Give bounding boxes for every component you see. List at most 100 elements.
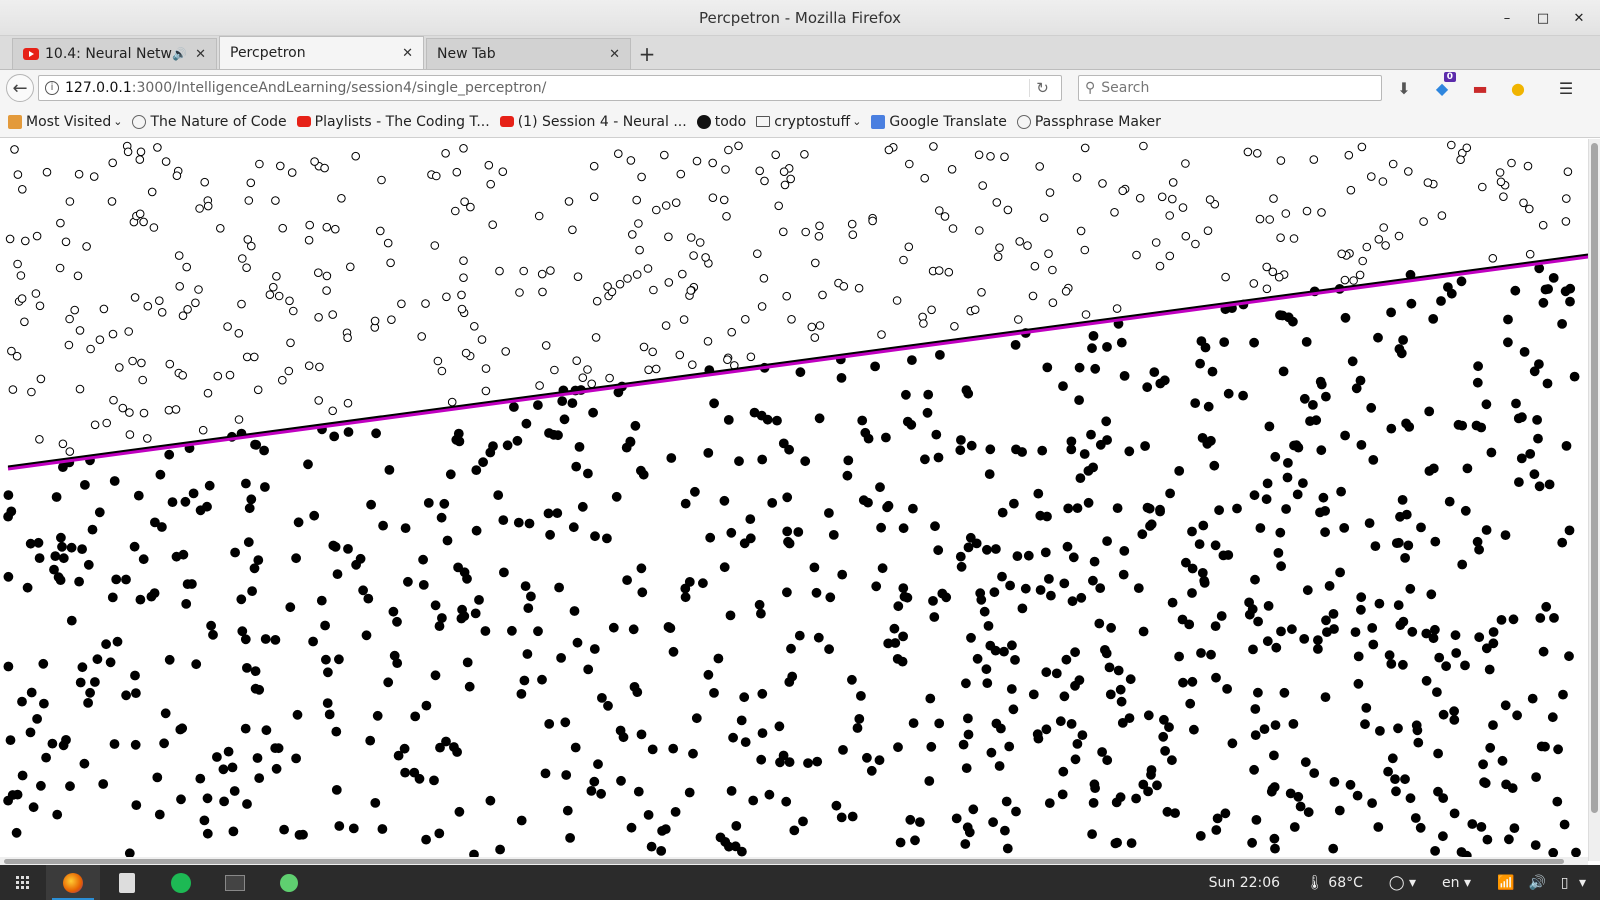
point-below [244,503,255,514]
clock[interactable]: Sun 22:06 [1209,875,1280,891]
point-above [1044,249,1053,258]
point-below [1503,337,1513,348]
point-below [50,551,61,562]
point-below [1261,494,1272,505]
point-below [1041,667,1052,678]
notification-icon[interactable]: ◆ 0 [1430,71,1456,98]
point-below [1497,755,1508,766]
point-below [1488,720,1498,730]
horizontal-scrollbar[interactable] [0,857,1588,865]
point-below [583,664,594,675]
point-above [265,290,275,299]
point-below [898,631,908,642]
language-selector[interactable]: en ▾ [1442,875,1471,891]
taskbar-spotify[interactable] [154,865,208,900]
point-below [516,815,527,826]
point-below [847,674,857,685]
bookmark-todo[interactable]: todo [696,114,746,130]
app-grid-button[interactable] [0,865,46,900]
point-below [98,779,109,789]
system-tray[interactable]: 📶 🔊 ▯ ▾ [1497,875,1586,891]
url-bar[interactable]: i 127.0.0.1 :3000/IntelligenceAndLearnin… [38,75,1062,101]
point-below [898,523,909,534]
point-below [908,718,919,728]
point-below [1002,843,1013,854]
close-window-button[interactable]: ✕ [1572,11,1586,26]
tab-neural-networks[interactable]: 10.4: Neural Netw... 🔊 ✕ [12,38,217,69]
point-below [320,620,331,631]
point-below [270,743,281,753]
point-below [1278,366,1289,377]
point-below [322,698,333,708]
point-below [705,532,716,543]
close-tab-icon[interactable]: ✕ [195,47,206,62]
status-circle-icon[interactable]: ◯ ▾ [1389,875,1416,891]
point-above [1265,215,1274,224]
point-below [1072,503,1083,514]
menu-icon[interactable]: ☰ [1554,79,1578,98]
point-below [1009,498,1019,509]
point-above [244,196,254,205]
point-below [1059,691,1070,702]
taskbar-files[interactable] [100,865,154,900]
lightbulb-icon[interactable]: ● [1506,79,1530,98]
point-below [931,429,942,440]
point-below [1178,677,1188,688]
point-below [294,830,305,840]
point-below [533,626,543,637]
bookmark-session-4[interactable]: (1) Session 4 - Neural ... [499,114,687,130]
point-below [1279,687,1290,698]
point-above [328,310,338,319]
point-below [926,741,937,752]
close-tab-icon[interactable]: ✕ [402,46,413,61]
point-above [139,217,148,227]
bookmark-google-translate[interactable]: Google Translate [871,114,1007,130]
point-below [1400,553,1410,563]
point-below [478,457,489,468]
speaker-icon[interactable]: 🔊 [172,47,187,61]
reload-icon[interactable]: ↻ [1029,79,1055,97]
extension-icon[interactable]: ▬ [1468,79,1492,98]
taskbar-app[interactable] [262,865,316,900]
point-below [1559,819,1570,830]
back-button[interactable]: ← [6,74,34,102]
new-tab-button[interactable]: + [633,38,661,69]
point-below [782,587,792,598]
bookmark-nature-of-code[interactable]: The Nature of Code [132,114,287,130]
point-above [1110,208,1119,217]
point-below [138,554,149,565]
point-above [7,346,16,356]
point-below [1460,660,1470,671]
point-above [782,291,792,301]
point-below [1125,674,1136,685]
bookmark-passphrase-maker[interactable]: Passphrase Maker [1016,114,1161,130]
close-tab-icon[interactable]: ✕ [609,47,620,62]
bookmark-most-visited[interactable]: Most Visited ⌄ [8,114,122,130]
point-below [1480,778,1491,789]
point-below [893,601,904,612]
point-below [684,577,695,587]
point-below [1411,720,1422,731]
tab-percpetron[interactable]: Percpetron ✕ [219,36,424,69]
temperature-widget[interactable]: 🌡 68°C [1306,875,1363,891]
point-above [651,364,661,374]
minimize-button[interactable]: – [1500,11,1514,26]
point-above [535,381,544,390]
perceptron-canvas[interactable] [0,139,1600,861]
taskbar-firefox[interactable] [46,865,100,900]
scrollbar-thumb[interactable] [4,859,1564,864]
maximize-button[interactable]: □ [1536,11,1550,26]
scrollbar-thumb[interactable] [1591,143,1598,813]
point-below [421,700,432,711]
vertical-scrollbar[interactable] [1588,139,1600,861]
point-below [377,824,388,834]
search-input[interactable]: ⚲ Search [1078,75,1382,101]
download-icon[interactable]: ⬇ [1392,79,1416,98]
bookmark-cryptostuff[interactable]: cryptostuff ⌄ [756,114,861,130]
point-above [225,370,235,380]
point-above [899,255,908,265]
site-info-icon[interactable]: i [45,81,59,95]
taskbar-terminal[interactable] [208,865,262,900]
tab-new-tab[interactable]: New Tab ✕ [426,38,631,69]
bookmark-playlists[interactable]: Playlists - The Coding T... [296,114,490,130]
